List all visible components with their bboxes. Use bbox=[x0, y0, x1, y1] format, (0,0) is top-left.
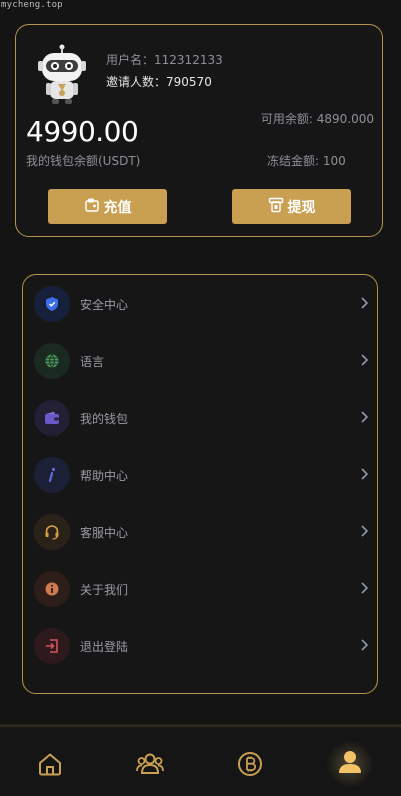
profile-card: 用户名：112312133 邀请人数：790570 可用余额: 4890.000… bbox=[15, 24, 383, 237]
menu-item-label: 关于我们 bbox=[80, 583, 129, 597]
user-icon bbox=[339, 751, 361, 773]
chevron-right-icon bbox=[361, 354, 369, 366]
globe-icon bbox=[34, 343, 70, 379]
menu-item-security[interactable]: 安全中心 bbox=[23, 286, 377, 326]
settings-menu: 安全中心 语言 我的钱包 帮助中心 客服中心 关于我们 退出登陆 bbox=[22, 274, 378, 694]
recharge-label: 充值 bbox=[103, 199, 132, 216]
avatar bbox=[38, 43, 86, 105]
chevron-right-icon bbox=[361, 468, 369, 480]
recharge-icon bbox=[84, 197, 100, 217]
menu-item-help[interactable]: 帮助中心 bbox=[23, 457, 377, 497]
logout-icon bbox=[34, 628, 70, 664]
info-italic-icon bbox=[34, 457, 70, 493]
headset-icon bbox=[34, 514, 70, 550]
withdraw-icon bbox=[268, 197, 284, 217]
invites-label: 邀请人数： bbox=[106, 75, 167, 89]
available-balance: 可用余额: 4890.000 bbox=[260, 112, 374, 126]
withdraw-button[interactable]: 提现 bbox=[232, 189, 351, 224]
menu-item-about[interactable]: 关于我们 bbox=[23, 571, 377, 611]
menu-item-label: 退出登陆 bbox=[80, 640, 129, 654]
menu-item-label: 安全中心 bbox=[80, 298, 129, 312]
withdraw-label: 提现 bbox=[287, 199, 316, 216]
menu-item-label: 客服中心 bbox=[80, 526, 129, 540]
wallet-icon bbox=[34, 400, 70, 436]
chevron-right-icon bbox=[361, 297, 369, 309]
chevron-right-icon bbox=[361, 525, 369, 537]
watermark: mycheng.top bbox=[1, 0, 63, 10]
tab-team[interactable] bbox=[136, 750, 164, 778]
menu-item-language[interactable]: 语言 bbox=[23, 343, 377, 383]
wallet-balance: 4990.00 bbox=[26, 115, 139, 148]
menu-item-support[interactable]: 客服中心 bbox=[23, 514, 377, 554]
menu-item-label: 我的钱包 bbox=[80, 412, 129, 426]
team-icon bbox=[136, 753, 164, 774]
frozen-amount: 冻结金额: 100 bbox=[267, 154, 346, 168]
menu-item-wallet[interactable]: 我的钱包 bbox=[23, 400, 377, 440]
tab-me[interactable] bbox=[326, 740, 374, 788]
username-row: 用户名：112312133 bbox=[106, 51, 223, 68]
username-label: 用户名： bbox=[106, 53, 155, 67]
chevron-right-icon bbox=[361, 582, 369, 594]
tab-bitcoin[interactable] bbox=[236, 750, 264, 778]
invites-value: 790570 bbox=[166, 75, 212, 89]
bottom-tab-bar bbox=[0, 728, 401, 796]
chevron-right-icon bbox=[361, 411, 369, 423]
recharge-button[interactable]: 充值 bbox=[48, 189, 167, 224]
menu-item-logout[interactable]: 退出登陆 bbox=[23, 628, 377, 668]
bitcoin-icon bbox=[238, 752, 262, 776]
menu-item-label: 帮助中心 bbox=[80, 469, 129, 483]
home-icon bbox=[39, 753, 61, 776]
tab-home[interactable] bbox=[36, 750, 64, 778]
invites-row: 邀请人数：790570 bbox=[106, 73, 212, 90]
info-circle-icon bbox=[34, 571, 70, 607]
username-value: 112312133 bbox=[154, 53, 223, 67]
menu-item-label: 语言 bbox=[80, 355, 105, 369]
shield-icon bbox=[34, 286, 70, 322]
chevron-right-icon bbox=[361, 639, 369, 651]
wallet-balance-label: 我的钱包余额(USDT) bbox=[26, 154, 141, 168]
